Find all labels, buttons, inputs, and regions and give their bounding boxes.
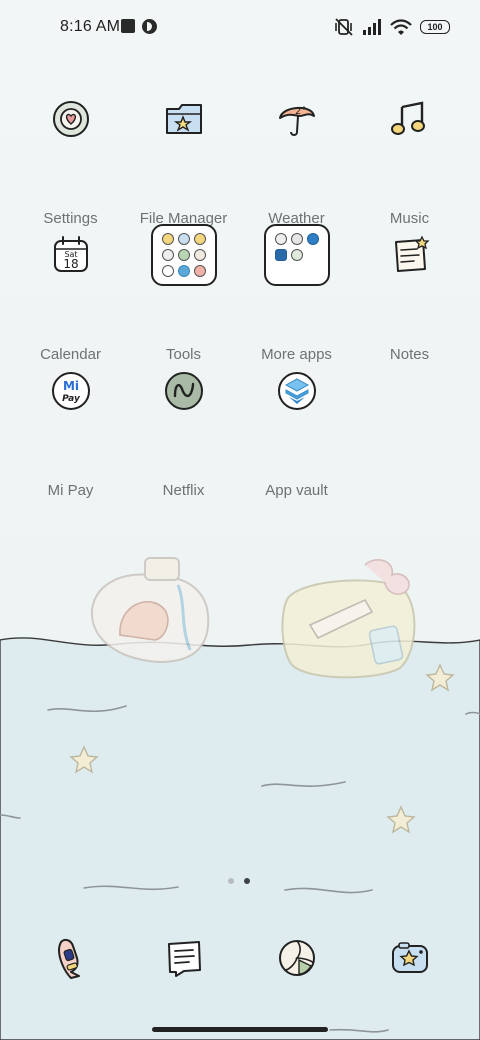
app-label: App vault [265,482,328,499]
page-dot-active[interactable] [244,878,250,884]
app-label: Netflix [162,482,205,499]
folder-preview [150,224,217,286]
netflix-icon [149,356,219,426]
mini-app-icon [290,233,303,245]
app-notification-icon [142,19,157,34]
app-weather[interactable]: 2° Weather [240,64,353,227]
app-netflix[interactable]: Netflix [127,336,240,499]
settings-icon [36,84,106,154]
weather-icon: 2° [262,84,332,154]
home-screen: 8:16 AM 100 Settings File Manager 2° Wea… [0,0,480,1040]
mi-pay-logo-top: Mi [62,379,78,393]
mute-vibrate-icon [335,18,353,36]
messages-icon [168,941,201,977]
wifi-icon [390,18,412,35]
mini-app-icon [161,265,174,277]
mi-pay-icon: Mi Pay [36,356,106,426]
camera-icon [392,942,428,973]
heart-bottle-illustration [90,557,210,664]
folder-icon [262,220,332,290]
status-bar: 8:16 AM 100 [0,0,480,56]
calendar-icon: Sat 18 [36,220,106,290]
app-calendar[interactable]: Sat 18 Calendar [14,200,127,363]
app-label: Notes [389,346,430,363]
mini-app-icon [193,265,206,277]
mini-app-icon [274,249,287,261]
square-icon [121,19,135,33]
notes-icon [375,220,445,290]
folder-icon [149,220,219,290]
mini-app-icon [177,265,190,277]
browser-icon [279,940,315,976]
calendar-date: 18 [63,257,78,271]
app-vault-icon [262,356,332,426]
mini-app-icon [193,249,206,261]
dock-phone[interactable] [41,930,101,986]
folder-more-apps[interactable]: More apps [240,200,353,363]
dock-camera[interactable] [380,930,440,986]
app-settings[interactable]: Settings [14,64,127,227]
status-time: 8:16 AM [60,18,121,35]
folder-preview [263,224,330,286]
app-music[interactable]: Music [353,64,466,227]
app-notes[interactable]: Notes [353,200,466,363]
mini-app-icon [274,233,287,245]
mini-app-icon [290,249,303,261]
weather-temperature: 2° [295,106,306,117]
mini-app-icon [177,233,190,245]
dock-messages[interactable] [154,930,214,986]
file-manager-icon [149,84,219,154]
folder-tools[interactable]: Tools [127,200,240,363]
phone-icon [58,938,80,979]
gesture-navigation-bar[interactable] [152,1027,328,1032]
dock-browser[interactable] [267,930,327,986]
battery-indicator: 100 [420,20,450,34]
mini-app-icon [306,233,319,245]
app-app-vault[interactable]: App vault [240,336,353,499]
mini-app-icon [193,233,206,245]
mini-app-icon [161,249,174,261]
page-dot[interactable] [228,878,234,884]
music-icon [375,84,445,154]
app-mi-pay[interactable]: Mi Pay Mi Pay [14,336,127,499]
mini-app-icon [161,233,174,245]
mini-app-icon [177,249,190,261]
app-label: Mi Pay [47,482,94,499]
system-tray: 100 [334,16,450,38]
page-indicator[interactable] [228,878,250,884]
scroll-bottle-illustration [281,559,416,679]
signal-icon [363,19,381,35]
mi-pay-logo-bottom: Pay [62,394,81,404]
app-file-manager[interactable]: File Manager [127,64,240,227]
